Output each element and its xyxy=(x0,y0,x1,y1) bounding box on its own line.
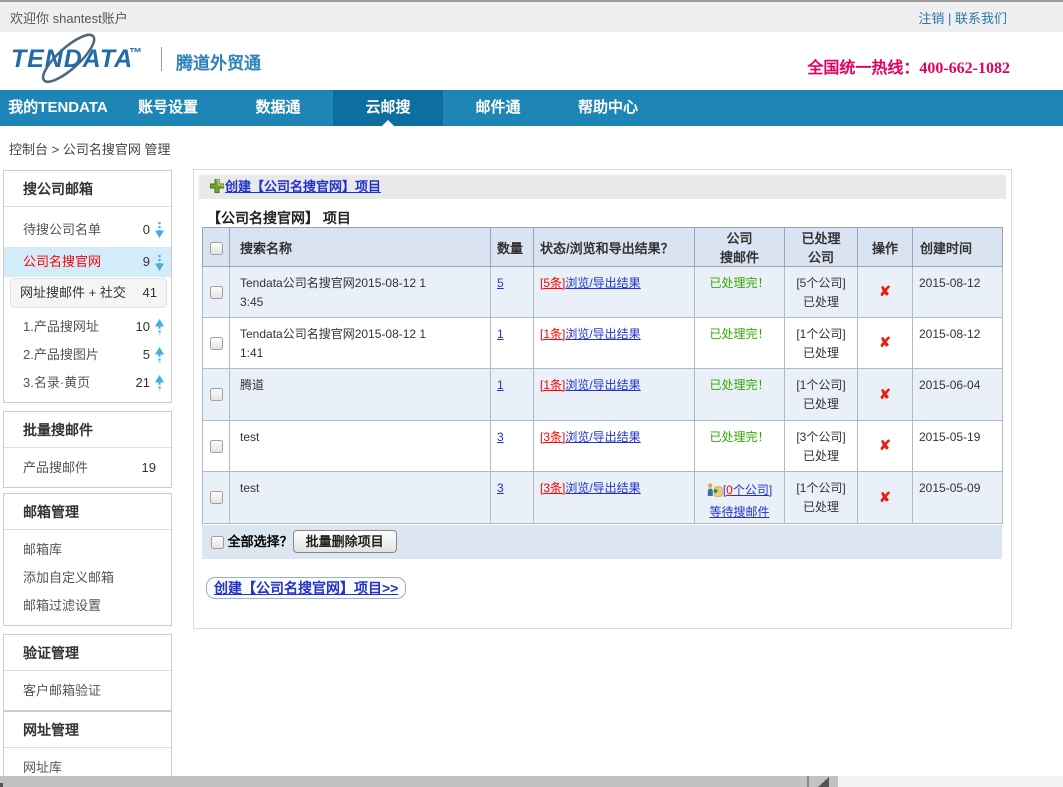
svg-text:TENDATA: TENDATA xyxy=(11,45,133,73)
svg-text:™: ™ xyxy=(129,45,142,60)
